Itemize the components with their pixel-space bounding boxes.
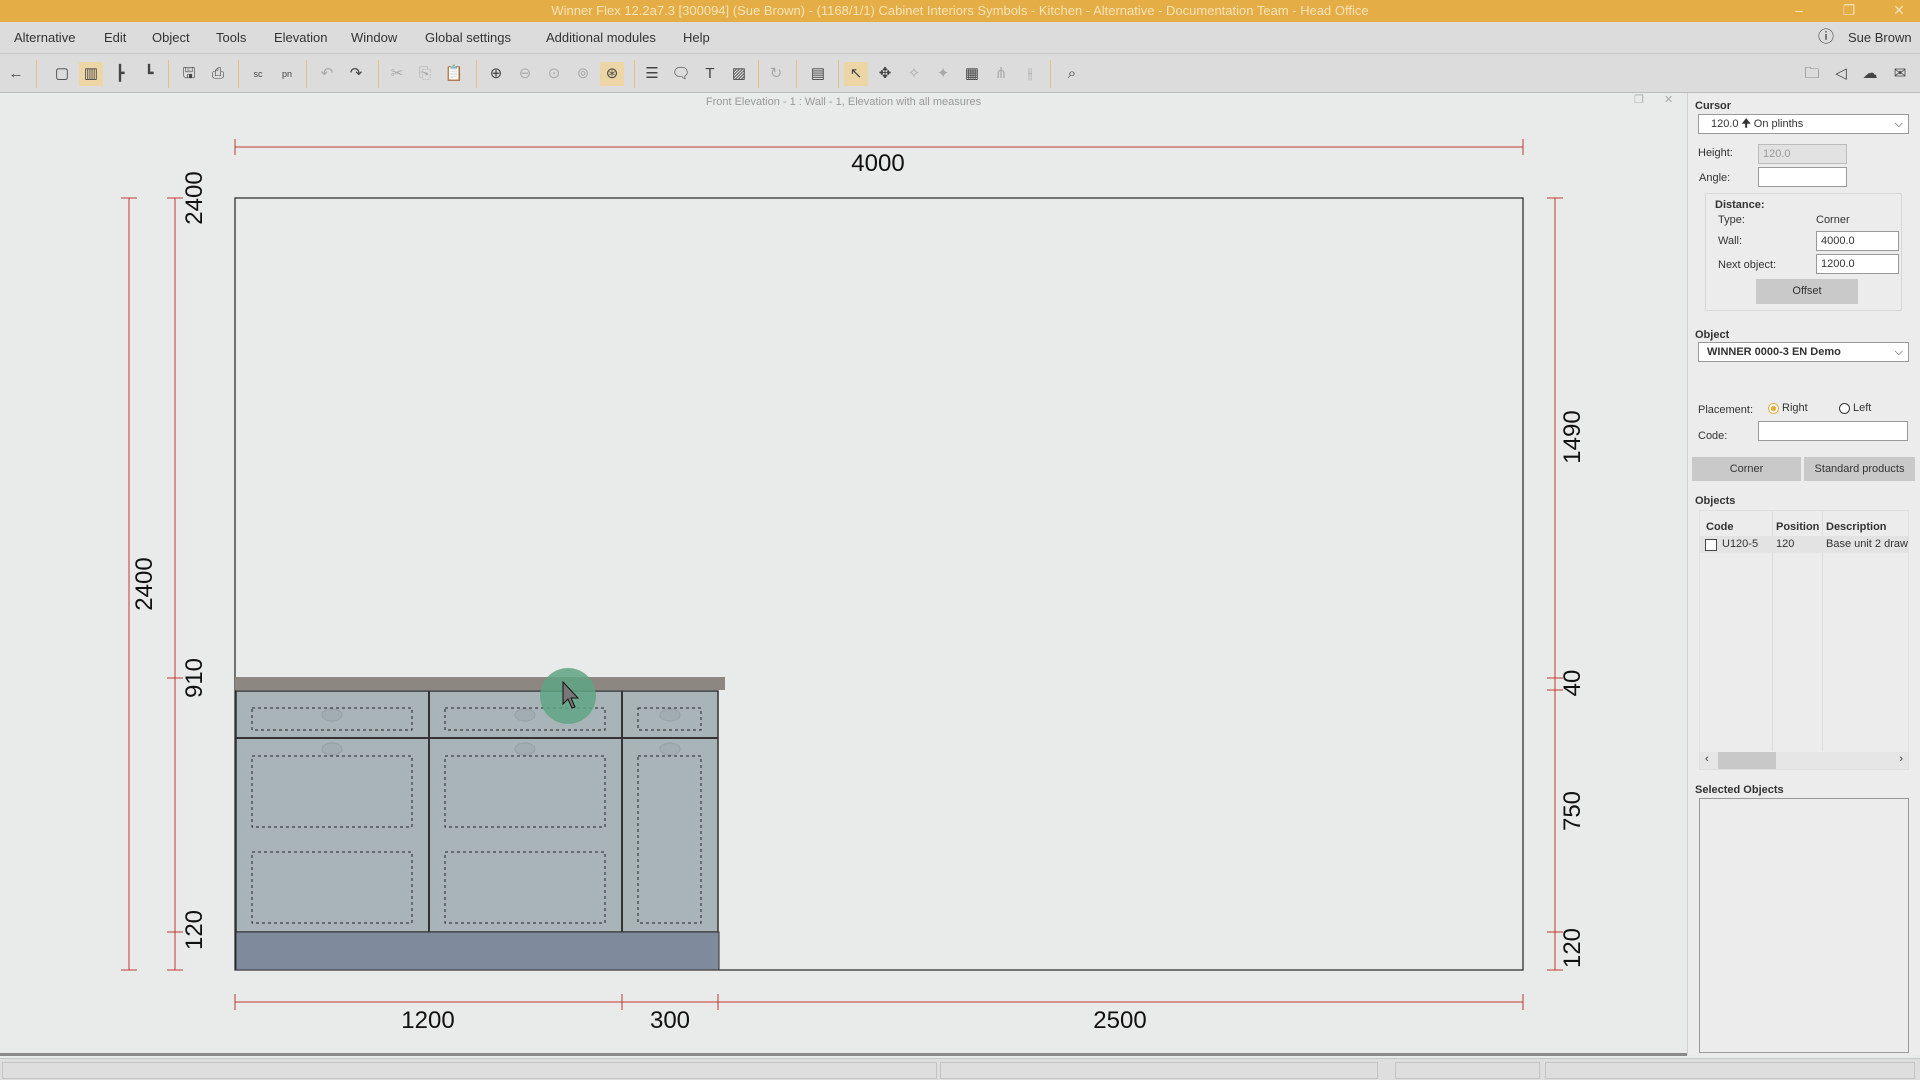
scroll-thumb[interactable] — [1718, 752, 1776, 769]
elevation-canvas[interactable]: 4000 1200 300 2500 2400 2400 910 120 149… — [0, 0, 1687, 1058]
object-catalog-value: WINNER 0000-3 EN Demo — [1707, 346, 1841, 358]
dim-right-2: 40 — [1559, 670, 1586, 697]
table-row[interactable]: U120-5 120 Base unit 2 drawe — [1700, 536, 1908, 553]
scroll-right-icon[interactable]: › — [1899, 753, 1903, 765]
type-label: Type: — [1718, 214, 1745, 226]
objects-table: Code Position Description U120-5 120 Bas… — [1699, 510, 1909, 770]
close-button[interactable]: ✕ — [1884, 0, 1914, 22]
angle-label: Angle: — [1699, 172, 1731, 184]
status-field — [1395, 1062, 1540, 1079]
dim-left-mid: 910 — [181, 658, 208, 698]
code-input[interactable] — [1758, 421, 1908, 441]
minimize-button[interactable]: – — [1784, 0, 1814, 22]
placement-left-radio[interactable]: Left — [1839, 402, 1871, 414]
status-field — [1545, 1062, 1915, 1079]
offset-button[interactable]: Offset — [1756, 279, 1858, 304]
cursor-mode: On plinths — [1753, 118, 1804, 130]
dim-top: 4000 — [851, 150, 904, 177]
dim-left-outer: 2400 — [131, 557, 158, 610]
object-catalog-select[interactable]: WINNER 0000-3 EN Demo ⌵ — [1698, 342, 1909, 362]
column-header-code[interactable]: Code — [1706, 521, 1734, 533]
radio-label: Right — [1782, 402, 1808, 414]
cursor-mode-select[interactable]: 120.0 🠉 On plinths ⌵ — [1698, 114, 1909, 134]
base-cabinet — [235, 677, 725, 971]
row-description: Base unit 2 drawe — [1826, 538, 1908, 550]
cabinet-body — [235, 690, 719, 933]
selected-objects-heading: Selected Objects — [1695, 784, 1784, 796]
height-input[interactable]: 120.0 — [1758, 144, 1847, 164]
selected-objects-list[interactable] — [1699, 798, 1909, 1053]
distance-heading: Distance: — [1715, 199, 1765, 211]
plinth — [235, 931, 720, 971]
dim-right-1: 1490 — [1559, 410, 1586, 463]
radio-unchecked-icon — [1839, 402, 1850, 414]
cursor-heading: Cursor — [1695, 100, 1732, 112]
objects-heading: Objects — [1695, 495, 1736, 507]
dim-left-bottom: 120 — [181, 910, 208, 950]
dim-bottom-2: 300 — [650, 1007, 690, 1034]
wall-distance-input[interactable]: 4000.0 — [1816, 231, 1899, 251]
height-label: Height: — [1698, 147, 1733, 159]
dim-bottom-3: 2500 — [1093, 1007, 1146, 1034]
mail-icon[interactable]: ✉ — [1888, 62, 1912, 86]
type-value: Corner — [1816, 214, 1850, 226]
worktop — [235, 677, 725, 690]
wall-label: Wall: — [1718, 235, 1743, 247]
cloud-chat-icon[interactable]: ☁ — [1858, 62, 1882, 86]
standard-products-button[interactable]: Standard products — [1804, 457, 1915, 481]
row-code: U120-5 — [1722, 538, 1759, 550]
properties-panel: Cursor 120.0 🠉 On plinths ⌵ Height: 120.… — [1687, 93, 1920, 1055]
row-checkbox[interactable] — [1705, 539, 1717, 551]
column-header-position[interactable]: Position — [1776, 521, 1819, 533]
help-icon[interactable]: ⓘ — [1818, 22, 1834, 54]
horizontal-scrollbar[interactable] — [0, 1053, 1687, 1056]
table-horizontal-scrollbar[interactable]: ‹ › — [1700, 752, 1908, 769]
row-position: 120 — [1776, 538, 1795, 550]
code-label: Code: — [1698, 430, 1728, 442]
dim-right-3: 750 — [1559, 791, 1586, 831]
dim-bottom-1: 1200 — [401, 1007, 454, 1034]
angle-input[interactable] — [1758, 167, 1847, 187]
status-field — [940, 1062, 1378, 1079]
scroll-left-icon[interactable]: ‹ — [1705, 753, 1709, 765]
chevron-down-icon: ⌵ — [1894, 118, 1903, 130]
radio-label: Left — [1853, 402, 1872, 414]
arrow-up-icon: 🠉 — [1741, 118, 1751, 130]
cursor-value: 120.0 — [1711, 118, 1739, 130]
chevron-down-icon: ⌵ — [1894, 346, 1903, 358]
user-name[interactable]: Sue Brown — [1848, 22, 1912, 54]
placement-label: Placement: — [1698, 404, 1754, 416]
next-object-input[interactable]: 1200.0 — [1816, 254, 1899, 274]
placement-right-radio[interactable]: Right — [1768, 402, 1808, 414]
distance-group: Distance: Type: Corner Wall: 4000.0 Next… — [1705, 193, 1902, 311]
share-icon[interactable]: ◁ — [1829, 62, 1853, 86]
radio-checked-icon — [1768, 402, 1779, 414]
column-header-description[interactable]: Description — [1826, 521, 1887, 533]
cloud-folder-icon[interactable]: 🗀 — [1800, 62, 1824, 86]
corner-button[interactable]: Corner — [1692, 457, 1801, 481]
status-bar — [0, 1058, 1920, 1080]
object-heading: Object — [1695, 329, 1730, 341]
next-object-label: Next object: — [1718, 259, 1777, 271]
dim-right-4: 120 — [1559, 928, 1586, 968]
dim-left-top: 2400 — [181, 171, 208, 224]
maximize-button[interactable]: ❐ — [1834, 0, 1864, 22]
status-field — [2, 1062, 937, 1079]
